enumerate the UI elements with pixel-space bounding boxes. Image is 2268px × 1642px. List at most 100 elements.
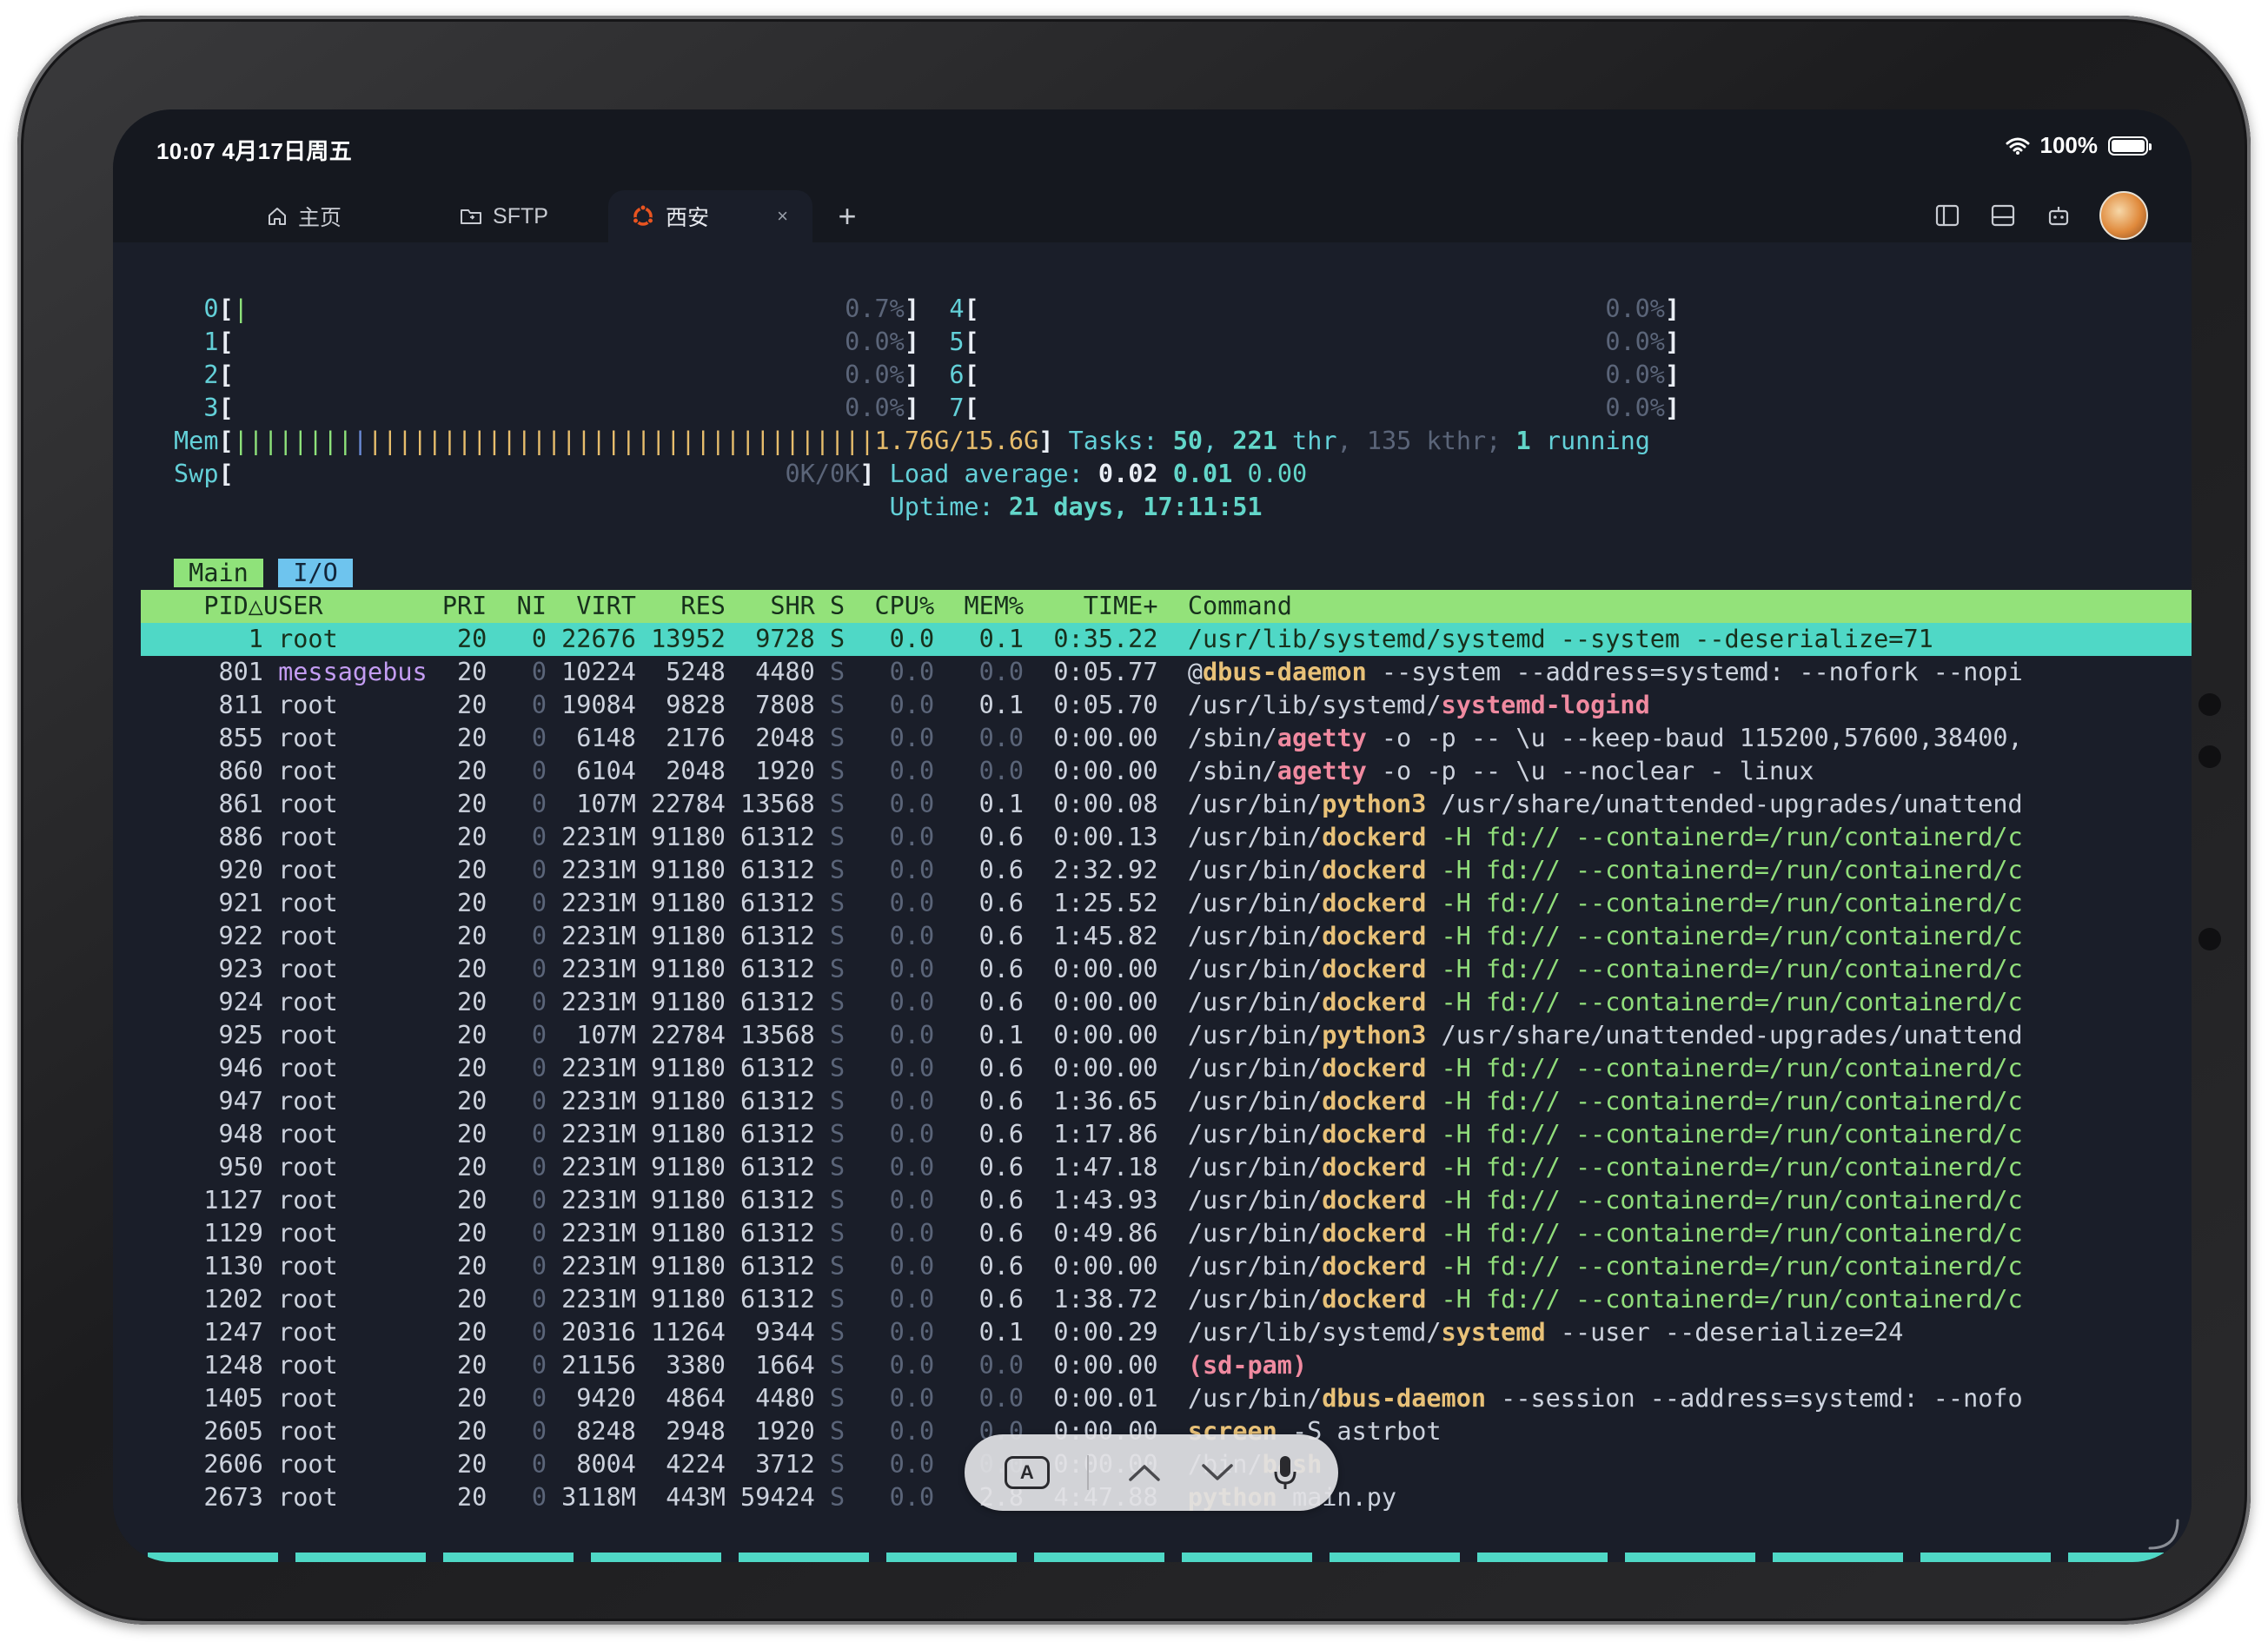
cell-shr: 2048 — [725, 724, 815, 752]
table-row[interactable]: 860 root 20 0 6104 2048 1920 S 0.0 0.0 0… — [174, 755, 1814, 788]
cell-res: 5248 — [635, 658, 726, 686]
table-row[interactable]: 1405 root 20 0 9420 4864 4480 S 0.0 0.0 … — [174, 1382, 2022, 1415]
terminal[interactable]: 0[| 0.7%] 4[ 0.0%] 1[ 0.0%] 5[0.0%] 2[… — [113, 242, 2192, 1562]
cell-shr: 61312 — [725, 1285, 815, 1314]
cell-pid: 925 — [174, 1021, 263, 1049]
chevron-down-icon[interactable] — [1200, 1462, 1235, 1483]
cell-res: 91180 — [635, 1219, 726, 1248]
cell-virt: 21156 — [546, 1351, 636, 1380]
cell-state: S — [814, 1318, 846, 1347]
resize-handle-icon[interactable] — [2146, 1517, 2181, 1552]
column-header-virt: VIRT — [546, 592, 636, 620]
table-row[interactable]: 920 root 20 0 2231M 91180 61312 S 0.0 0.… — [174, 854, 2022, 887]
avatar[interactable] — [2099, 191, 2148, 240]
ipad-frame: 10:07 4月17日周五 100% 主页 SFTP 西安 × + 0[| 0.… — [17, 16, 2251, 1625]
process-table-header[interactable]: PID△USER PRI NI VIRT RES SHR S CPU% MEM%… — [141, 590, 2192, 623]
cell-virt: 2231M — [546, 1153, 636, 1182]
close-icon[interactable]: × — [777, 205, 788, 228]
cell-state: S — [814, 1384, 846, 1413]
microphone-icon[interactable] — [1272, 1453, 1298, 1492]
cell-ni: 0 — [487, 1120, 547, 1149]
cell-state: S — [814, 1483, 846, 1512]
cell-state: S — [814, 625, 846, 653]
table-row[interactable]: 923 root 20 0 2231M 91180 61312 S 0.0 0.… — [174, 953, 2022, 986]
cpu-meter-row: 0[| 0.7%] 4[ 0.0%] — [203, 295, 1681, 323]
table-row[interactable]: 946 root 20 0 2231M 91180 61312 S 0.0 0.… — [174, 1052, 2023, 1085]
cell-mem: 0.0 — [934, 1384, 1025, 1413]
table-row[interactable]: 947 root 20 0 2231M 91180 61312 S 0.0 0.… — [174, 1085, 2022, 1118]
cell-pri: 20 — [427, 1417, 487, 1446]
cell-command-path: /usr/lib/systemd/systemd — [1172, 625, 1546, 653]
cell-res: 2048 — [635, 757, 726, 785]
status-time: 10:07 4月17日周五 — [156, 138, 353, 164]
table-row[interactable]: 811 root 20 0 19084 9828 7808 S 0.0 0.1 … — [174, 689, 1649, 722]
table-row[interactable]: 950 root 20 0 2231M 91180 61312 S 0.0 0.… — [174, 1151, 2022, 1184]
cell-state: S — [814, 1087, 846, 1116]
view-tab-main[interactable]: Main — [174, 559, 263, 587]
cell-cpu: 0.0 — [845, 922, 935, 950]
cell-ni: 0 — [487, 658, 547, 686]
table-row[interactable]: 924 root 20 0 2231M 91180 61312 S 0.0 0.… — [174, 986, 2022, 1019]
table-row[interactable]: 921 root 20 0 2231M 91180 61312 S 0.0 0.… — [174, 887, 2022, 920]
cell-cpu: 0.0 — [845, 757, 935, 785]
cell-command-path: /usr/bin/ — [1172, 1186, 1323, 1215]
cell-virt: 19084 — [546, 691, 636, 719]
cell-command-name: dockerd — [1322, 1219, 1427, 1248]
sidebar-toggle-icon[interactable] — [1933, 201, 1962, 230]
table-row[interactable]: 922 root 20 0 2231M 91180 61312 S 0.0 0.… — [174, 920, 2023, 953]
keyboard-toggle-button[interactable]: A — [1004, 1456, 1050, 1489]
table-row[interactable]: 861 root 20 0 107M 22784 13568 S 0.0 0.1… — [174, 788, 2022, 821]
table-row[interactable]: 1202 root 20 0 2231M 91180 61312 S 0.0 0… — [174, 1283, 2022, 1316]
robot-icon[interactable] — [2044, 201, 2073, 230]
table-row[interactable]: 1130 root 20 0 2231M 91180 61312 S 0.0 0… — [174, 1250, 2022, 1283]
chevron-up-icon[interactable] — [1127, 1462, 1162, 1483]
cell-command-name: dockerd — [1322, 856, 1427, 884]
table-row[interactable]: 948 root 20 0 2231M 91180 61312 S 0.0 0.… — [174, 1118, 2022, 1151]
cell-command-name: agetty — [1277, 757, 1367, 785]
table-row[interactable]: 925 root 20 0 107M 22784 13568 S 0.0 0.1… — [174, 1019, 2022, 1052]
cell-cpu: 0.0 — [845, 988, 935, 1016]
cell-virt: 6104 — [546, 757, 636, 785]
cell-state: S — [814, 1219, 846, 1248]
cell-ni: 0 — [487, 1186, 547, 1215]
cell-command-args: --system --deserialize=71 — [1545, 625, 1933, 653]
cell-res: 91180 — [635, 955, 726, 983]
panel-bottom-icon[interactable] — [1988, 201, 2018, 230]
cell-cpu: 0.0 — [845, 823, 935, 851]
add-tab-button[interactable]: + — [812, 190, 882, 242]
cell-user: messagebus — [262, 658, 428, 686]
cpu-meter-row: 1[ 0.0%] 5[ 0.0%] — [203, 328, 1681, 356]
cell-res: 4224 — [635, 1450, 726, 1479]
table-row[interactable]: 1247 root 20 0 20316 11264 9344 S 0.0 0.… — [174, 1316, 1903, 1349]
table-row[interactable]: 855 root 20 0 6148 2176 2048 S 0.0 0.0 0… — [174, 722, 2022, 755]
cell-mem: 0.6 — [934, 1219, 1025, 1248]
cell-mem: 0.1 — [934, 1318, 1025, 1347]
cell-res: 91180 — [635, 988, 726, 1016]
cell-pri: 20 — [427, 1054, 487, 1083]
cell-mem: 0.6 — [934, 823, 1025, 851]
cell-state: S — [814, 1252, 846, 1281]
cell-command-args: -H fd:// --containerd=/run/containerd/c — [1426, 1054, 2023, 1083]
cell-shr: 4480 — [725, 658, 815, 686]
tab-home[interactable]: 主页 — [209, 190, 400, 242]
table-row[interactable]: 801 messagebus 20 0 10224 5248 4480 S 0.… — [174, 656, 2022, 689]
cell-cpu: 0.0 — [845, 856, 935, 884]
cell-pri: 20 — [427, 889, 487, 917]
tab-sftp[interactable]: SFTP — [400, 190, 608, 242]
cell-time: 1:25.52 — [1024, 889, 1173, 917]
cell-state: S — [814, 856, 846, 884]
table-row[interactable]: 1248 root 20 0 21156 3380 1664 S 0.0 0.0… — [174, 1349, 1307, 1382]
table-row[interactable]: 1127 root 20 0 2231M 91180 61312 S 0.0 0… — [174, 1184, 2022, 1217]
cell-shr: 1664 — [725, 1351, 815, 1380]
side-sensor — [2198, 693, 2221, 716]
table-row[interactable]: 886 root 20 0 2231M 91180 61312 S 0.0 0.… — [174, 821, 2022, 854]
cell-command-args: -H fd:// --containerd=/run/containerd/c — [1426, 922, 2023, 950]
view-tab-io[interactable]: I/O — [278, 559, 353, 587]
table-row-selected[interactable]: 1 root 20 0 22676 13952 9728 S 0.0 0.1 0… — [141, 623, 2192, 656]
tab-xian[interactable]: 西安 × — [608, 190, 812, 242]
cell-command-path: /usr/bin/ — [1172, 790, 1323, 818]
cell-command-name: dbus-daemon — [1203, 658, 1367, 686]
cell-cpu: 0.0 — [845, 889, 935, 917]
table-row[interactable]: 1129 root 20 0 2231M 91180 61312 S 0.0 0… — [174, 1217, 2022, 1250]
cell-time: 0:00.00 — [1024, 1054, 1173, 1083]
